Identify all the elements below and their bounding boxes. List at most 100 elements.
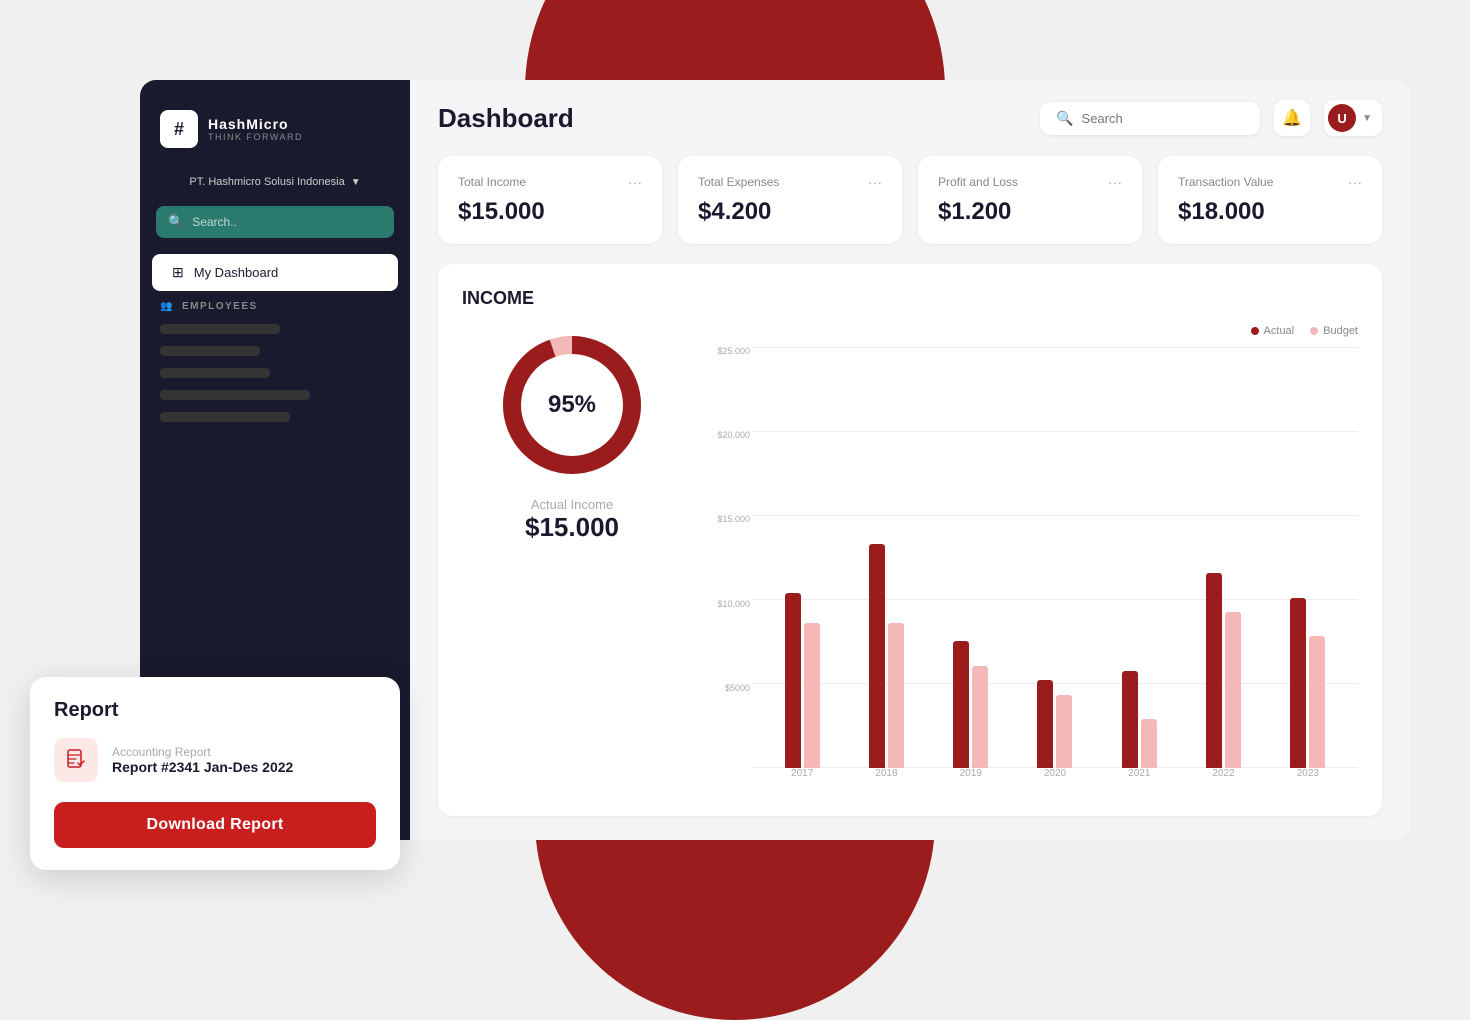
x-label-2020: 2020	[1044, 768, 1066, 792]
x-label-2021: 2021	[1128, 768, 1150, 792]
sidebar-placeholder-5	[160, 412, 290, 422]
stat-label: Total Income	[458, 175, 526, 189]
bar-actual-2018	[869, 544, 885, 768]
download-report-button[interactable]: Download Report	[54, 802, 376, 848]
employees-icon: 👥	[160, 301, 174, 312]
sidebar-placeholder-3	[160, 368, 270, 378]
x-label-2017: 2017	[791, 768, 813, 792]
bar-actual-2017	[785, 593, 801, 768]
report-card: Report Accounting Report Report #2341 Ja…	[30, 677, 400, 870]
bar-budget-2017	[804, 623, 820, 768]
legend-actual-dot	[1251, 327, 1259, 335]
avatar-initial: U	[1337, 111, 1346, 126]
stat-label: Total Expenses	[698, 175, 779, 189]
donut-chart: 95%	[492, 325, 652, 485]
donut-center: 95%	[548, 391, 596, 419]
bar-budget-2022	[1225, 612, 1241, 768]
bar-actual-2023	[1290, 598, 1306, 768]
y-label-20000: $20.000	[717, 431, 750, 440]
legend-actual-label: Actual	[1264, 325, 1295, 337]
report-type: Accounting Report	[112, 745, 293, 759]
logo-text: HashMicro THINK FORWARD	[208, 116, 303, 142]
stat-card-menu-icon[interactable]: ···	[1108, 174, 1122, 190]
report-file-icon	[54, 738, 98, 782]
bar-actual-2022	[1206, 573, 1222, 768]
stat-card-menu-icon[interactable]: ···	[868, 174, 882, 190]
sidebar-placeholder-2	[160, 346, 260, 356]
stat-label: Transaction Value	[1178, 175, 1273, 189]
income-title: INCOME	[462, 288, 1358, 309]
sidebar-search-input[interactable]	[192, 215, 382, 229]
bar-budget-2020	[1056, 695, 1072, 768]
legend-budget-label: Budget	[1323, 325, 1358, 337]
sidebar-logo: # HashMicro THINK FORWARD	[140, 100, 410, 168]
report-item: Accounting Report Report #2341 Jan-Des 2…	[54, 738, 376, 782]
income-section: INCOME 95%	[438, 264, 1382, 816]
stat-card-menu-icon[interactable]: ···	[628, 174, 642, 190]
chart-legend: Actual Budget	[712, 325, 1358, 337]
y-label-5000: $5000	[725, 684, 750, 693]
report-card-title: Report	[54, 699, 376, 722]
bar-actual-2020	[1037, 680, 1053, 768]
bar-budget-2021	[1141, 719, 1157, 768]
stat-card-header: Transaction Value ···	[1178, 174, 1362, 190]
report-info: Accounting Report Report #2341 Jan-Des 2…	[112, 745, 293, 775]
y-labels: $25.000 $20.000 $15.000 $10.000 $5000	[712, 347, 750, 768]
bar-group-2019	[953, 641, 988, 768]
stat-card-header: Total Income ···	[458, 174, 642, 190]
sidebar-item-dashboard[interactable]: ⊞ My Dashboard	[152, 254, 398, 291]
stat-card-transaction-value: Transaction Value ··· $18.000	[1158, 156, 1382, 244]
bar-budget-2023	[1309, 636, 1325, 768]
logo-main-text: HashMicro	[208, 116, 303, 132]
header: Dashboard 🔍 🔔 U ▼	[410, 80, 1410, 156]
stat-card-header: Total Expenses ···	[698, 174, 882, 190]
search-icon: 🔍	[168, 214, 184, 230]
sidebar-placeholder-4	[160, 390, 310, 400]
sidebar-search[interactable]: 🔍	[156, 206, 394, 238]
x-labels: 2017 2018 2019 2020 2021 2022 2023	[752, 768, 1358, 792]
bar-actual-2019	[953, 641, 969, 768]
logo-icon: #	[160, 110, 198, 148]
chevron-down-icon: ▼	[1362, 113, 1372, 124]
stat-card-total-expenses: Total Expenses ··· $4.200	[678, 156, 902, 244]
stat-value: $15.000	[458, 198, 642, 226]
y-label-10000: $10.000	[717, 600, 750, 609]
x-label-2022: 2022	[1212, 768, 1234, 792]
y-label-25000: $25.000	[717, 347, 750, 356]
search-input[interactable]	[1082, 111, 1245, 126]
actual-income-value: $15.000	[525, 512, 619, 543]
chevron-down-icon: ▼	[351, 177, 361, 188]
company-name: PT. Hashmicro Solusi Indonesia	[189, 176, 344, 188]
bar-chart: $25.000 $20.000 $15.000 $10.000 $5000	[712, 347, 1358, 792]
sidebar-placeholder-1	[160, 324, 280, 334]
legend-actual: Actual	[1251, 325, 1295, 337]
bar-group-2023	[1290, 598, 1325, 768]
section-label-text: EMPLOYEES	[182, 301, 258, 312]
bar-group-2022	[1206, 573, 1241, 768]
search-icon: 🔍	[1056, 110, 1073, 127]
report-name: Report #2341 Jan-Des 2022	[112, 759, 293, 775]
stat-card-profit-loss: Profit and Loss ··· $1.200	[918, 156, 1142, 244]
stat-value: $1.200	[938, 198, 1122, 226]
x-label-2018: 2018	[875, 768, 897, 792]
company-selector[interactable]: PT. Hashmicro Solusi Indonesia ▼	[140, 168, 410, 196]
bar-actual-2021	[1122, 671, 1138, 768]
bell-icon: 🔔	[1282, 108, 1302, 128]
bars-area	[752, 347, 1358, 768]
bar-budget-2019	[972, 666, 988, 768]
search-bar[interactable]: 🔍	[1040, 102, 1260, 135]
stat-card-header: Profit and Loss ···	[938, 174, 1122, 190]
stat-card-menu-icon[interactable]: ···	[1348, 174, 1362, 190]
donut-container: 95% Actual Income $15.000	[462, 325, 682, 792]
stat-value: $18.000	[1178, 198, 1362, 226]
user-avatar-button[interactable]: U ▼	[1324, 100, 1382, 136]
stat-card-total-income: Total Income ··· $15.000	[438, 156, 662, 244]
avatar: U	[1328, 104, 1356, 132]
x-label-2023: 2023	[1297, 768, 1319, 792]
bar-budget-2018	[888, 623, 904, 768]
dashboard-icon: ⊞	[172, 264, 184, 281]
bar-group-2017	[785, 593, 820, 768]
legend-budget-dot	[1310, 327, 1318, 335]
notification-bell-button[interactable]: 🔔	[1274, 100, 1310, 136]
stat-label: Profit and Loss	[938, 175, 1018, 189]
